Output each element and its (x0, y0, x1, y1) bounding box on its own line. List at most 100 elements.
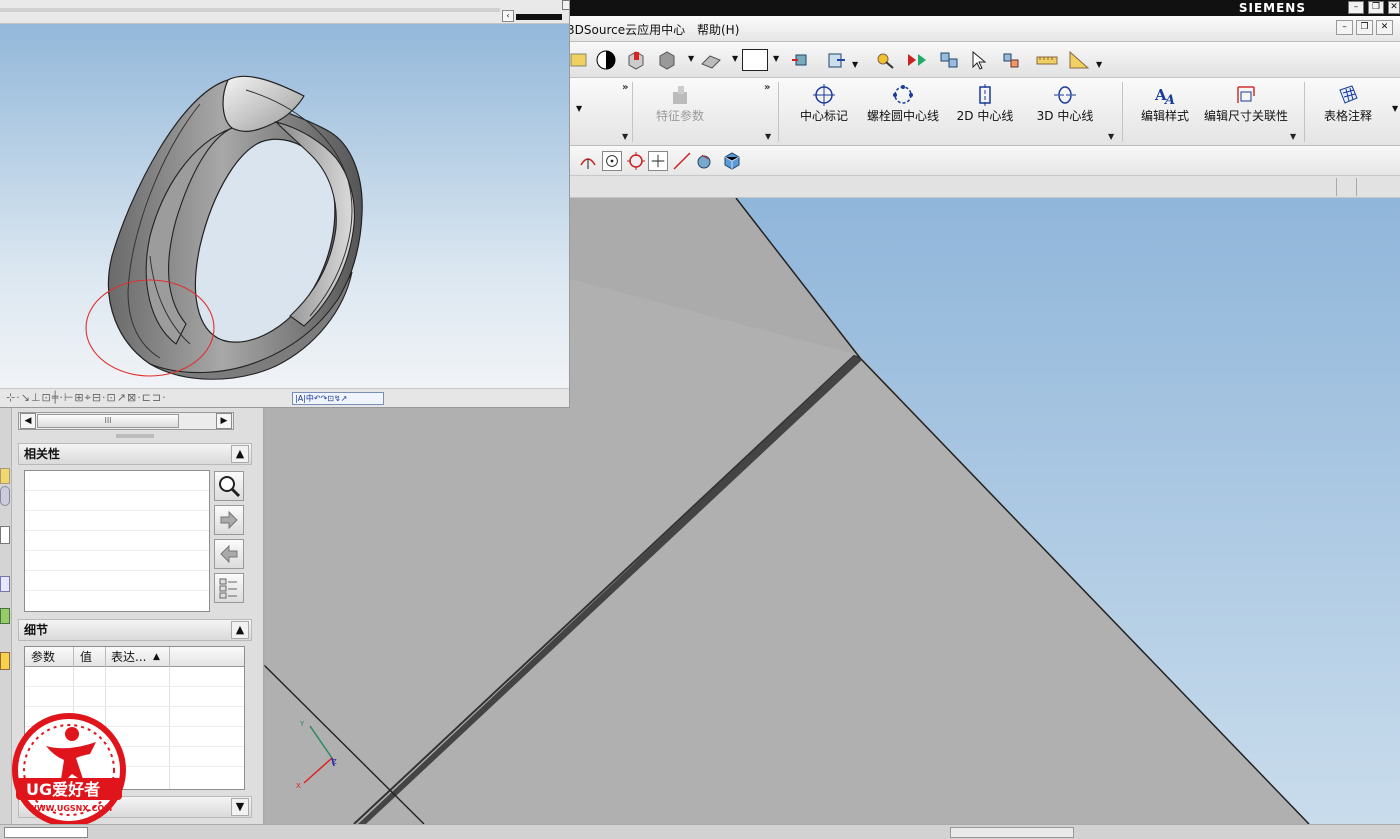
intersection-point-icon[interactable] (648, 151, 668, 171)
edit-style-button[interactable]: AA 编辑样式 (1132, 78, 1198, 144)
group-caret-icon[interactable]: ▼ (1290, 132, 1296, 141)
sort-asc-icon[interactable]: ▲ (153, 647, 160, 667)
roles-icon[interactable] (0, 608, 10, 624)
expand-down-icon[interactable]: ▼ (231, 798, 249, 816)
group-caret-icon[interactable]: ▼ (1108, 132, 1114, 141)
ug-logo: UG爱好者 WWW.UGSNX.COM (10, 712, 128, 828)
dropdown-caret-icon[interactable]: ▼ (773, 54, 779, 63)
details-title: 细节 (24, 623, 49, 637)
measure-angle-icon[interactable] (1068, 50, 1090, 70)
dropdown-caret-icon[interactable]: ▼ (688, 54, 694, 63)
box-shaded-icon[interactable] (656, 50, 678, 70)
section-body-icon[interactable] (625, 50, 647, 70)
collapse-up-icon[interactable]: ▲ (231, 445, 249, 463)
solid-body-icon[interactable] (722, 151, 742, 171)
3d-centerline-button[interactable]: 3D 中心线 (1030, 78, 1100, 144)
forward-button[interactable] (214, 505, 244, 535)
close-icon[interactable]: ✕ (1388, 1, 1400, 14)
dropdown-caret-icon[interactable]: ▼ (576, 104, 582, 113)
resource-tab-icon[interactable] (0, 468, 10, 484)
more-icon[interactable]: » (622, 82, 628, 93)
menu-help[interactable]: 帮助(H) (697, 21, 739, 38)
col-value[interactable]: 值 (73, 647, 92, 667)
back-button[interactable] (214, 539, 244, 569)
bolt-circle-label: 螺栓圆中心线 (866, 109, 939, 123)
list-row (25, 551, 209, 571)
group-caret-icon[interactable]: ▼ (622, 132, 628, 141)
group-caret-icon[interactable]: ▼ (765, 132, 771, 141)
nav-hscrollbar[interactable]: ◀ III ▶ (18, 412, 234, 430)
quadrant-point-icon[interactable] (626, 151, 646, 171)
2d-centerline-button[interactable]: 2D 中心线 (950, 78, 1020, 144)
cursor-select-icon[interactable] (968, 50, 990, 70)
select-group-icon[interactable] (1000, 50, 1022, 70)
edit-style-label: 编辑样式 (1140, 109, 1189, 123)
table-note-button[interactable]: 表格注释 (1316, 78, 1380, 144)
mdi-close-icon[interactable]: ✕ (1376, 20, 1393, 35)
menu-3dsource[interactable]: 3DSource云应用中心 (567, 21, 685, 38)
history-icon[interactable] (0, 576, 10, 592)
edit-dim-assoc-label: 编辑尺寸关联性 (1204, 109, 1289, 123)
minimize-icon[interactable]: – (1348, 1, 1364, 14)
details-header[interactable]: 细节 ▲ (18, 619, 252, 641)
assembly-nav-icon[interactable] (0, 486, 10, 506)
measure-distance-icon[interactable] (1036, 50, 1058, 70)
inset-graphics-window[interactable] (0, 24, 569, 388)
search-button[interactable] (214, 471, 244, 501)
mdi-minimize-icon[interactable]: – (1336, 20, 1353, 35)
center-point-icon[interactable] (602, 151, 622, 171)
view-orient-icon[interactable] (700, 50, 722, 70)
tree-list-icon (219, 578, 237, 599)
display-mode-icon[interactable] (595, 50, 617, 70)
center-mark-icon (813, 84, 835, 106)
scroll-left-icon[interactable]: ‹ (502, 10, 514, 22)
dropdown-caret-icon[interactable]: ▼ (1096, 60, 1102, 69)
selection-mode-icons[interactable]: |A|中↶↷⊡↯↗ (292, 392, 384, 405)
snap-icons-strip: ⊹·↘⊥⊡╪·⊢⊞⌖⊟·⊡↗⊠·⊏⊐· (6, 391, 167, 404)
scroll-thumb[interactable]: III (37, 414, 179, 428)
background-color-swatch[interactable] (742, 49, 768, 71)
separator (632, 82, 633, 142)
collapse-up-icon[interactable]: ▲ (231, 621, 249, 639)
dependencies-list[interactable] (24, 470, 210, 612)
tree-view-button[interactable] (214, 573, 244, 603)
col-parameter[interactable]: 参数 (31, 647, 55, 667)
restore-icon[interactable]: ❐ (1368, 1, 1384, 14)
arc-center-snap-icon[interactable] (578, 151, 598, 171)
center-mark-label: 中心标记 (799, 109, 848, 123)
edit-dim-assoc-button[interactable]: 编辑尺寸关联性 (1204, 78, 1288, 144)
more-icon[interactable]: » (764, 82, 770, 93)
scroll-right-icon[interactable]: ▶ (216, 413, 232, 429)
inset-screenshot-window[interactable]: ‹ ⊹·↘⊥⊡╪·⊢⊞⌖⊟·⊡↗⊠·⊏⊐· |A|中↶↷⊡↯↗ (0, 0, 570, 408)
table-note-label: 表格注释 (1323, 109, 1372, 123)
line-snap-icon[interactable] (672, 151, 692, 171)
mdi-restore-icon[interactable]: ❐ (1356, 20, 1373, 35)
web-browser-icon[interactable] (0, 652, 10, 670)
2d-centerline-label: 2D 中心线 (956, 109, 1014, 123)
dropdown-caret-icon[interactable]: ▼ (732, 54, 738, 63)
face-snap-icon[interactable] (694, 151, 714, 171)
move-object-icon[interactable] (825, 50, 847, 70)
status-bar (0, 824, 1400, 839)
mobius-band-model (85, 75, 363, 380)
wcs-icon[interactable] (790, 50, 812, 70)
bolt-circle-centerline-button[interactable]: 螺栓圆中心线 (862, 78, 944, 144)
dependencies-header[interactable]: 相关性 ▲ (18, 443, 252, 465)
splitter-grip[interactable] (116, 434, 154, 438)
inset-toolbar: ‹ (0, 0, 569, 24)
dropdown-caret-icon[interactable]: ▼ (1392, 104, 1398, 113)
edit-dimension-icon (1237, 86, 1255, 103)
feature-params-button[interactable]: 特征参数 (640, 78, 720, 144)
close-icon[interactable] (562, 0, 569, 10)
dropdown-caret-icon[interactable]: ▼ (852, 60, 858, 69)
part-nav-icon[interactable] (0, 526, 10, 544)
select-filter-icon[interactable] (938, 50, 960, 70)
scroll-thumb[interactable] (516, 14, 562, 20)
shade-icon[interactable] (568, 50, 590, 70)
scroll-left-icon[interactable]: ◀ (20, 413, 36, 429)
snap-point-icon[interactable] (874, 50, 896, 70)
center-mark-button[interactable]: 中心标记 (790, 78, 858, 144)
separator (1122, 82, 1123, 142)
arrow-left-icon (220, 544, 238, 564)
flip-direction-icon[interactable] (906, 50, 928, 70)
